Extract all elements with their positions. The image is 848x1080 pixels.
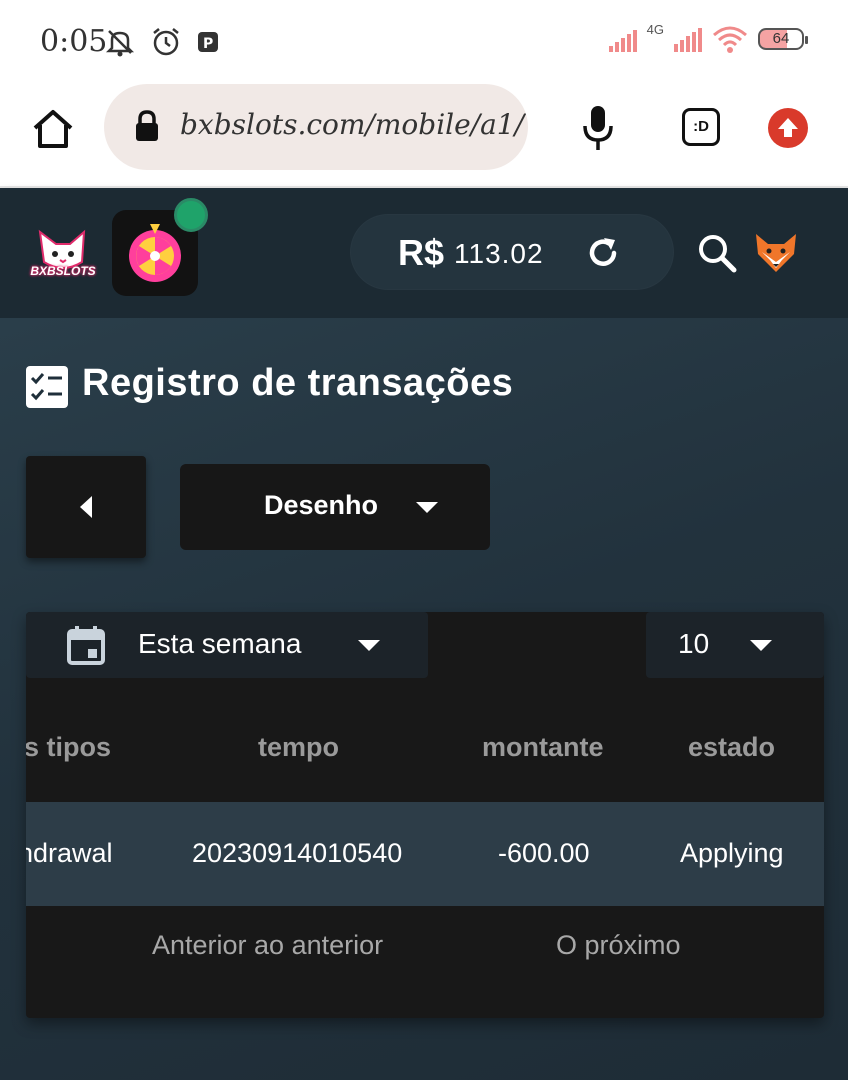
table-row[interactable]: hdrawal 20230914010540 -600.00 Applying — [26, 802, 824, 906]
home-icon[interactable] — [30, 106, 76, 152]
chevron-down-icon — [416, 502, 438, 513]
date-range-value: Esta semana — [138, 628, 302, 659]
status-right: 4G 64 — [608, 21, 808, 54]
page-title: Registro de transações — [82, 362, 514, 404]
signal-icon-2 — [674, 26, 702, 52]
mute-bell-icon — [105, 30, 135, 57]
transaction-type-value: Desenho — [264, 490, 379, 520]
calendar-icon — [67, 626, 105, 665]
battery-indicator: 64 — [758, 28, 808, 50]
status-bar: 0:05 P 4G 64 — [0, 0, 848, 84]
app-header: BXBSLOTS R$ 113.02 — [0, 190, 848, 318]
page-size-value: 10 — [678, 628, 710, 659]
column-header-status: estado — [688, 732, 776, 762]
cell-status: Applying — [680, 838, 784, 868]
chevron-down-icon — [750, 640, 772, 651]
signal-icon — [608, 26, 637, 52]
parking-app-icon: P — [198, 32, 218, 52]
fox-avatar-icon[interactable] — [752, 230, 800, 276]
wifi-icon — [713, 26, 747, 53]
search-icon[interactable] — [696, 232, 738, 274]
alarm-icon — [153, 28, 179, 56]
column-header-amount: montante — [482, 732, 604, 762]
lock-icon — [136, 110, 158, 141]
cell-time: 20230914010540 — [192, 838, 403, 868]
balance-amount: 113.02 — [454, 238, 544, 269]
balance-currency: R$ — [398, 232, 445, 273]
svg-text:P: P — [203, 36, 213, 52]
column-header-type: s tipos — [26, 732, 112, 762]
brand-name: BXBSLOTS — [30, 264, 96, 278]
status-time: 0:05 — [40, 24, 108, 59]
update-button[interactable] — [768, 108, 808, 148]
extension-button[interactable]: :D — [682, 108, 720, 146]
transaction-type-select[interactable]: Desenho — [180, 464, 490, 550]
cell-type: hdrawal — [26, 838, 113, 868]
date-range-select[interactable]: Esta semana — [26, 612, 428, 678]
status-icons: P — [104, 26, 220, 58]
microphone-icon[interactable] — [580, 104, 616, 152]
arrow-up-icon — [778, 118, 798, 137]
notification-dot — [174, 198, 208, 232]
cell-amount: -600.00 — [498, 838, 590, 868]
transactions-panel: Esta semana 10 s tipos tempo montante es… — [26, 612, 824, 1018]
balance-display: R$ 113.02 — [350, 214, 674, 290]
table-header: s tipos tempo montante estado — [26, 712, 824, 782]
browser-toolbar: bxbslots.com/mobile/a1/ :D — [0, 84, 848, 188]
main-content: Registro de transações Desenho Esta sema… — [0, 318, 848, 1080]
chevron-down-icon — [358, 640, 380, 651]
pagination: Anterior ao anterior O próximo — [26, 922, 824, 982]
back-button[interactable] — [26, 456, 146, 558]
network-type: 4G — [646, 21, 664, 37]
previous-page-button[interactable]: Anterior ao anterior — [152, 930, 383, 961]
address-bar[interactable]: bxbslots.com/mobile/a1/ — [104, 84, 528, 170]
page-size-select[interactable]: 10 — [646, 612, 824, 678]
url-text: bxbslots.com/mobile/a1/ — [180, 108, 525, 141]
checklist-icon — [26, 366, 68, 408]
chevron-left-icon — [80, 496, 92, 518]
column-header-time: tempo — [258, 732, 339, 762]
next-page-button[interactable]: O próximo — [556, 930, 681, 961]
refresh-icon[interactable] — [584, 234, 622, 272]
